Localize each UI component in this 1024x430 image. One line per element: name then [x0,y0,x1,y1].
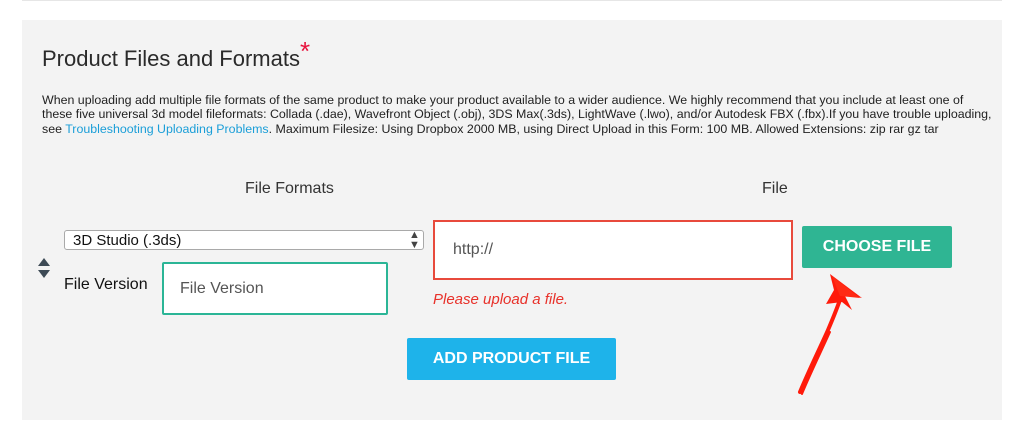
upload-error-message: Please upload a file. [433,291,569,308]
file-format-select[interactable]: 3D Studio (.3ds) ▲ ▼ [64,229,424,251]
file-version-input[interactable]: File Version [162,262,388,315]
chevron-updown-icon: ▲ ▼ [409,229,420,251]
description-text-tail: . Maximum Filesize: Using Dropbox 2000 M… [268,121,939,136]
reorder-handle-icon[interactable] [38,258,50,280]
file-heading: File [762,180,788,197]
top-divider [22,0,1002,1]
troubleshooting-link[interactable]: Troubleshooting Uploading Problems [65,122,268,136]
section-description: When uploading add multiple file formats… [42,93,997,136]
file-url-input[interactable]: http:// [433,220,793,280]
file-version-label: File Version [64,276,148,293]
file-formats-heading: File Formats [245,180,334,197]
required-asterisk: * [299,36,311,66]
add-product-file-button[interactable]: ADD PRODUCT FILE [407,338,616,380]
choose-file-button[interactable]: CHOOSE FILE [802,226,952,268]
hand-drawn-arrow-icon [798,274,862,395]
section-title: Product Files and Formats* [42,36,310,73]
section-title-text: Product Files and Formats [42,46,300,71]
file-format-selected: 3D Studio (.3ds) [73,232,182,249]
